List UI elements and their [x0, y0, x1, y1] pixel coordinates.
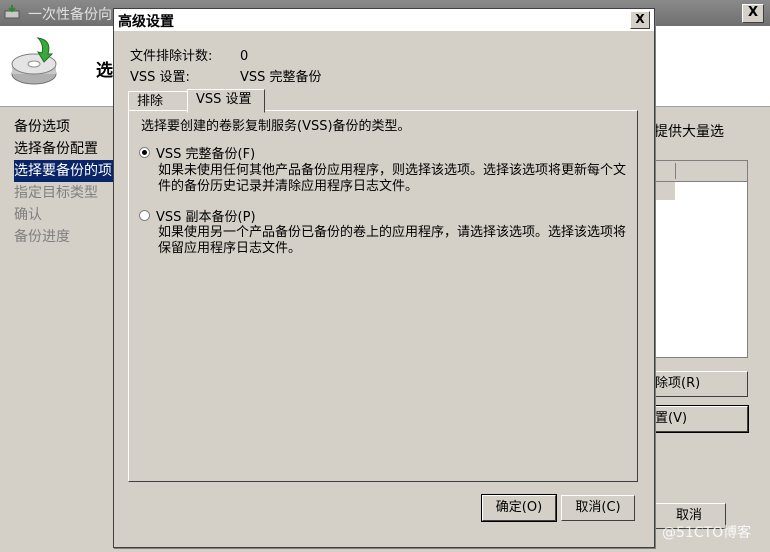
vss-setting-label: VSS 设置: — [130, 70, 190, 85]
panel-intro-text: 选择要创建的卷影复制服务(VSS)备份的类型。 — [141, 119, 411, 134]
wizard-description: 提供大量选 — [654, 124, 724, 140]
vss-full-backup-description: 如果未使用任何其他产品备份应用程序，则选择该选项。选择该选项将更新每个文件的备份… — [158, 163, 627, 194]
vss-copy-backup-label[interactable]: VSS 副本备份(P) — [156, 206, 256, 225]
radio-button[interactable] — [139, 210, 150, 221]
vss-copy-backup-option[interactable]: VSS 副本备份(P) — [139, 206, 256, 225]
vss-setting-row: VSS 设置: VSS 完整备份 — [130, 66, 322, 85]
vss-full-backup-label[interactable]: VSS 完整备份(F) — [156, 143, 255, 162]
step-confirm: 确认 — [14, 207, 42, 223]
advanced-settings-button[interactable]: 置(V) — [651, 405, 749, 433]
tab-exclusions[interactable]: 排除 — [128, 91, 188, 112]
vss-full-backup-option[interactable]: VSS 完整备份(F) — [139, 143, 255, 162]
items-list-header — [655, 161, 747, 182]
step-select-items: 选择要备份的项 — [14, 160, 124, 182]
exclusion-count-label: 文件排除计数: — [130, 49, 213, 64]
ok-button[interactable]: 确定(O) — [481, 494, 557, 522]
step-destination-type: 指定目标类型 — [14, 185, 98, 201]
vss-setting-value: VSS 完整备份 — [240, 70, 322, 85]
step-progress: 备份进度 — [14, 229, 70, 245]
step-backup-options: 备份选项 — [14, 119, 70, 135]
wizard-steps: 备份选项 选择备份配置 选择要备份的项 指定目标类型 确认 备份进度 — [14, 116, 124, 248]
remove-items-button[interactable]: 除项(R) — [652, 371, 748, 397]
cancel-button[interactable]: 取消(C) — [561, 495, 635, 521]
step-backup-config: 选择备份配置 — [14, 141, 98, 157]
wizard-page-title: 选 — [96, 61, 113, 81]
exclusion-count-row: 文件排除计数: 0 — [130, 45, 248, 64]
wizard-close-button[interactable]: X — [742, 4, 764, 23]
list-item[interactable] — [655, 182, 675, 200]
dialog-title: 高级设置 — [118, 14, 174, 30]
dialog-titlebar: 高级设置 X — [114, 9, 654, 31]
advanced-settings-dialog: 高级设置 X 文件排除计数: 0 VSS 设置: VSS 完整备份 排除 VSS 设… — [113, 8, 655, 548]
exclusion-count-value: 0 — [240, 49, 249, 64]
watermark: @51CTO博客 — [662, 525, 752, 541]
backup-app-icon — [4, 5, 20, 19]
radio-button-selected[interactable] — [139, 147, 150, 158]
dialog-close-button[interactable]: X — [630, 11, 650, 29]
items-list[interactable] — [654, 160, 748, 358]
vss-copy-backup-description: 如果使用另一个产品备份已备份的卷上的应用程序，请选择该选项。选择该选项将保留应用… — [158, 225, 627, 256]
vss-settings-panel: 选择要创建的卷影复制服务(VSS)备份的类型。 VSS 完整备份(F) 如果未使… — [128, 110, 638, 482]
wizard-title: 一次性备份向 — [28, 7, 112, 23]
disk-backup-icon — [11, 37, 57, 85]
tab-vss-settings[interactable]: VSS 设置 — [187, 89, 265, 113]
